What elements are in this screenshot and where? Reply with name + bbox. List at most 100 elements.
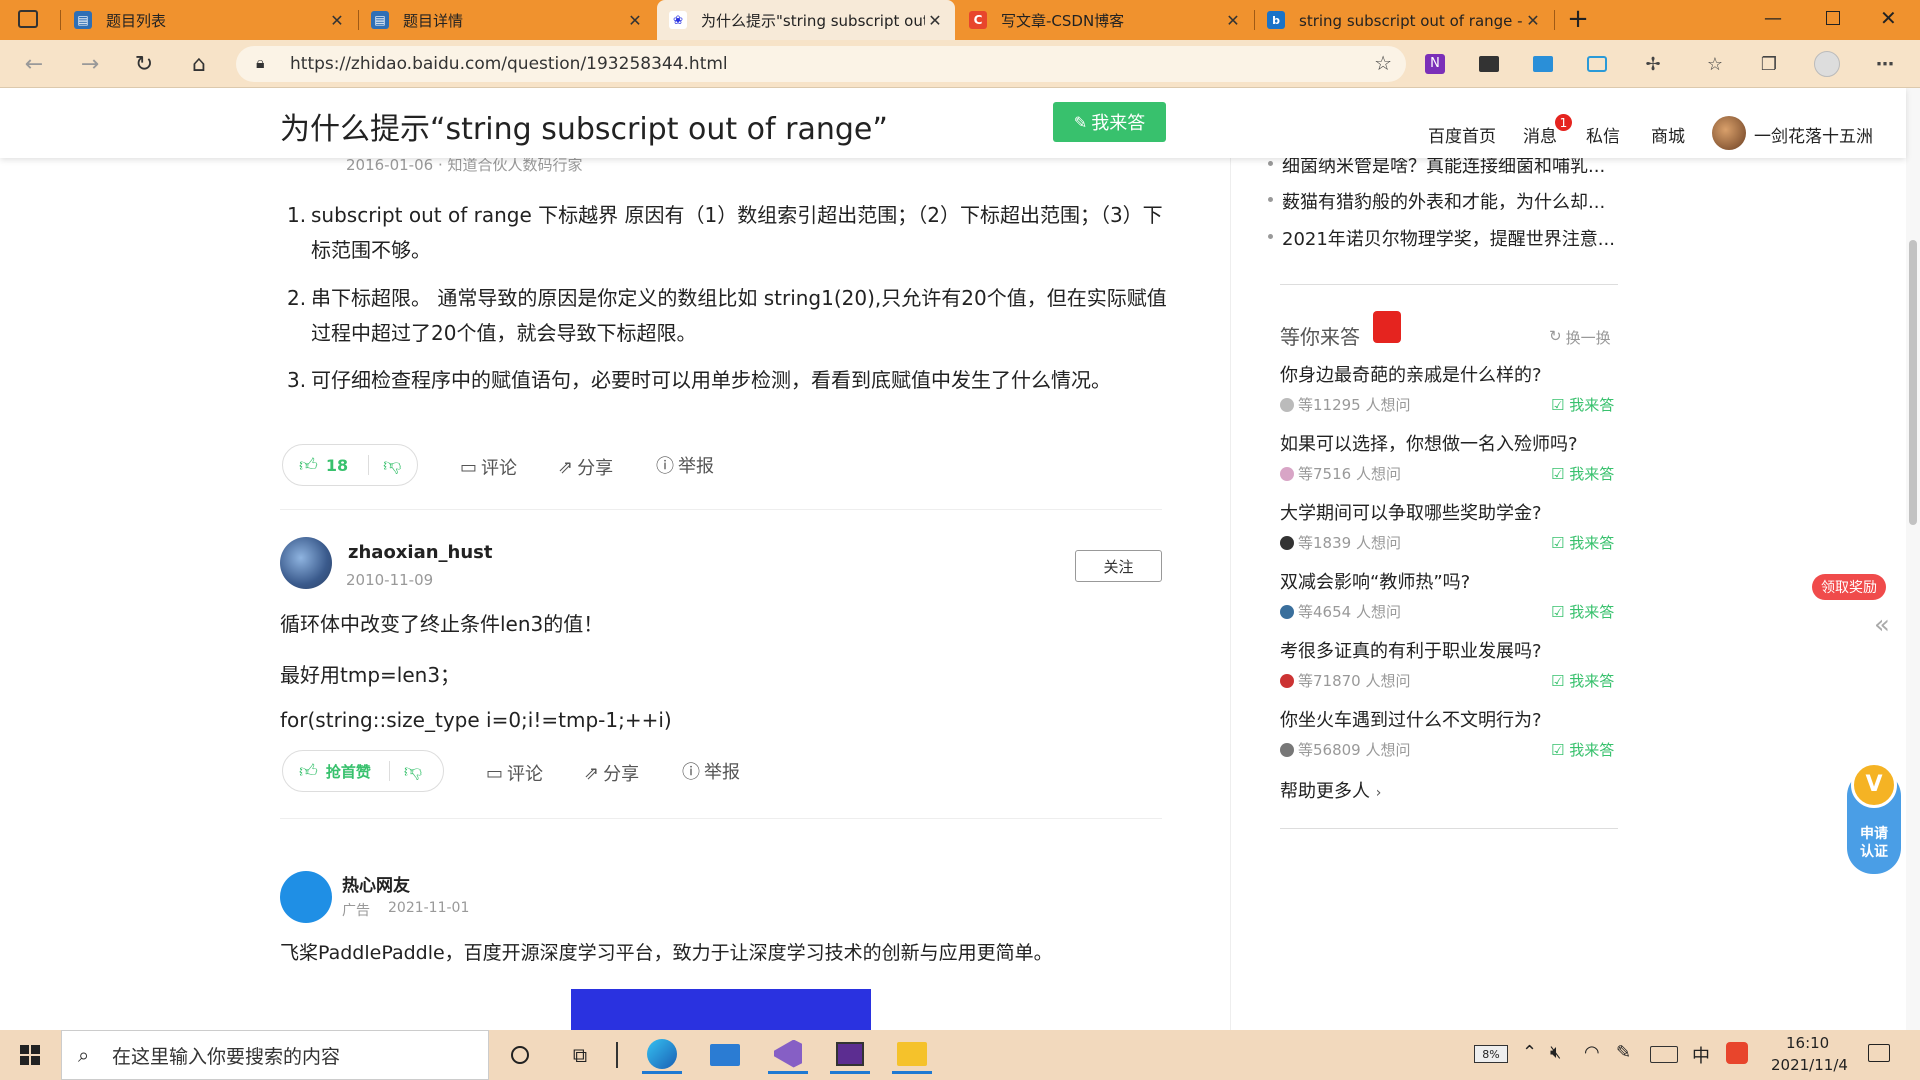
tab-problem-list[interactable]: ▤ 题目列表 ✕ [62, 0, 357, 40]
scrollbar-track[interactable] [1906, 88, 1920, 1030]
extensions-icon[interactable]: ✢ [1640, 52, 1666, 76]
forward-icon[interactable]: → [74, 48, 106, 80]
battery-indicator[interactable]: 8% [1474, 1045, 1508, 1063]
waiting-question[interactable]: 考很多证真的有利于职业发展吗? [1280, 637, 1542, 663]
extension-tv-icon[interactable] [1584, 52, 1610, 76]
avatar[interactable] [280, 537, 332, 589]
ad-username[interactable]: 热心网友 [342, 871, 410, 896]
answer-button[interactable]: ✎ 我来答 [1053, 102, 1166, 142]
answer-link[interactable]: ☑ 我来答 [1551, 739, 1614, 760]
waiting-question[interactable]: 你坐火车遇到过什么不文明行为? [1280, 706, 1542, 732]
scrollbar-thumb[interactable] [1909, 240, 1917, 525]
comment-button[interactable]: ▭ 评论 [460, 454, 517, 480]
ad-banner-image[interactable] [571, 989, 871, 1030]
follow-button[interactable]: 关注 [1075, 550, 1162, 582]
collections-icon[interactable]: ❐ [1756, 52, 1782, 76]
more-menu-icon[interactable]: ⋯ [1872, 52, 1898, 76]
user-avatar[interactable] [1712, 116, 1746, 150]
tab-actions-icon[interactable] [18, 10, 38, 28]
address-input[interactable]: 🔒︎ https://zhidao.baidu.com/question/193… [236, 46, 1406, 82]
refresh-icon[interactable]: ↻ [128, 48, 160, 80]
answer-link[interactable]: ☑ 我来答 [1551, 394, 1614, 415]
apply-cert-widget[interactable]: V 申请认证 [1847, 762, 1901, 874]
ad-text[interactable]: 飞桨PaddlePaddle，百度开源深度学习平台，致力于让深度学习技术的创新与… [280, 938, 1053, 965]
nav-private-messages[interactable]: 私信 [1586, 122, 1620, 147]
tab-baidu-question[interactable]: ❀ 为什么提示"string subscript out o ✕ [657, 0, 955, 40]
avatar [1280, 742, 1294, 757]
minimize-button[interactable]: — [1764, 8, 1782, 29]
thumbs-down-icon[interactable]: 👎︎ [404, 760, 422, 782]
nav-baidu-home[interactable]: 百度首页 [1428, 122, 1496, 147]
favorites-icon[interactable]: ☆ [1702, 52, 1728, 76]
tab-bing-search[interactable]: b string subscript out of range - 百 ✕ [1255, 0, 1553, 40]
answer-link[interactable]: ☑ 我来答 [1551, 532, 1614, 553]
add-favorite-icon[interactable]: ☆ [1374, 51, 1392, 75]
waiting-question[interactable]: 双减会影响“教师热”吗? [1280, 568, 1470, 594]
help-more-link[interactable]: 帮助更多人 › [1280, 777, 1381, 803]
wifi-icon[interactable]: ◠ [1584, 1042, 1600, 1063]
waiting-question[interactable]: 大学期间可以争取哪些奖助学金? [1280, 499, 1542, 525]
report-button[interactable]: ⓘ 举报 [682, 758, 740, 784]
extension-video-icon[interactable] [1530, 52, 1556, 76]
home-icon[interactable]: ⌂ [183, 48, 215, 80]
back-icon[interactable]: ← [18, 48, 50, 80]
waiting-question[interactable]: 你身边最奇葩的亲戚是什么样的? [1280, 361, 1542, 387]
news-item[interactable]: 薮猫有猎豹般的外表和才能，为什么却... [1267, 188, 1605, 214]
share-button[interactable]: ⇗ 分享 [558, 454, 613, 480]
thumbs-up-icon[interactable]: 👍︎ [299, 760, 318, 782]
maximize-button[interactable] [1826, 11, 1840, 25]
close-window-button[interactable]: ✕ [1880, 6, 1897, 30]
app-tray-icon[interactable] [1726, 1042, 1748, 1064]
answer-link-label: 我来答 [1569, 465, 1615, 483]
waiting-question[interactable]: 如果可以选择，你想做一名入殓师吗? [1280, 430, 1578, 456]
onenote-icon[interactable]: N [1422, 52, 1448, 76]
close-tab-icon[interactable]: ✕ [925, 11, 945, 30]
mail-icon[interactable] [705, 1036, 745, 1074]
profile-avatar[interactable] [1814, 51, 1840, 77]
tray-chevron-icon[interactable]: ⌃ [1522, 1042, 1537, 1063]
cortana-icon[interactable] [500, 1036, 540, 1074]
refresh-button[interactable]: ↻ 换一换 [1549, 327, 1611, 348]
extension-dark-icon[interactable] [1476, 52, 1502, 76]
tab-problem-detail[interactable]: ▤ 题目详情 ✕ [359, 0, 655, 40]
thumbs-down-icon[interactable]: 👎︎ [383, 454, 401, 476]
comment-button[interactable]: ▭ 评论 [486, 760, 543, 786]
nav-messages[interactable]: 消息 [1523, 122, 1557, 147]
visual-studio-icon[interactable] [768, 1036, 808, 1074]
thumbs-up-icon[interactable]: 👍︎ [299, 454, 318, 476]
report-label: 举报 [704, 762, 740, 783]
pen-icon[interactable]: ✎ [1616, 1042, 1631, 1063]
clock-time[interactable]: 16:10 [1786, 1034, 1829, 1052]
answer-username[interactable]: zhaoxian_hust [348, 542, 493, 563]
reward-badge[interactable]: 领取奖励 [1812, 574, 1886, 600]
terminal-icon[interactable] [830, 1036, 870, 1074]
answer-link[interactable]: ☑ 我来答 [1551, 670, 1614, 691]
share-button[interactable]: ⇗ 分享 [584, 760, 639, 786]
like-count[interactable]: 18 [326, 456, 348, 475]
volume-mute-icon[interactable]: 🔇︎ [1550, 1042, 1561, 1063]
answer-link[interactable]: ☑ 我来答 [1551, 463, 1614, 484]
ime-indicator[interactable]: 中 [1692, 1042, 1710, 1068]
nav-mall[interactable]: 商城 [1651, 122, 1685, 147]
avatar[interactable] [280, 871, 332, 923]
new-tab-button[interactable]: + [1564, 4, 1592, 34]
tab-csdn[interactable]: C 写文章-CSDN博客 ✕ [957, 0, 1253, 40]
username[interactable]: 一剑花落十五洲 [1754, 122, 1873, 147]
taskbar-search-input[interactable]: ⌕ 在这里输入你要搜索的内容 [61, 1030, 489, 1080]
file-explorer-icon[interactable] [892, 1036, 932, 1074]
clock-date[interactable]: 2021/11/4 [1771, 1056, 1848, 1074]
collapse-sidebar-icon[interactable]: « [1874, 610, 1890, 640]
close-tab-icon[interactable]: ✕ [625, 11, 645, 30]
answer-link[interactable]: ☑ 我来答 [1551, 601, 1614, 622]
close-tab-icon[interactable]: ✕ [1523, 11, 1543, 30]
first-like-label[interactable]: 抢首赞 [326, 761, 371, 782]
close-tab-icon[interactable]: ✕ [1223, 11, 1243, 30]
notification-icon[interactable] [1868, 1044, 1890, 1062]
keyboard-icon[interactable] [1650, 1046, 1678, 1063]
news-item[interactable]: 2021年诺贝尔物理学奖，提醒世界注意... [1268, 225, 1615, 251]
edge-browser-icon[interactable] [642, 1036, 682, 1074]
report-button[interactable]: ⓘ 举报 [656, 452, 714, 478]
task-view-icon[interactable]: ⧉ [560, 1036, 600, 1074]
close-tab-icon[interactable]: ✕ [327, 11, 347, 30]
windows-start-icon[interactable] [10, 1036, 50, 1074]
